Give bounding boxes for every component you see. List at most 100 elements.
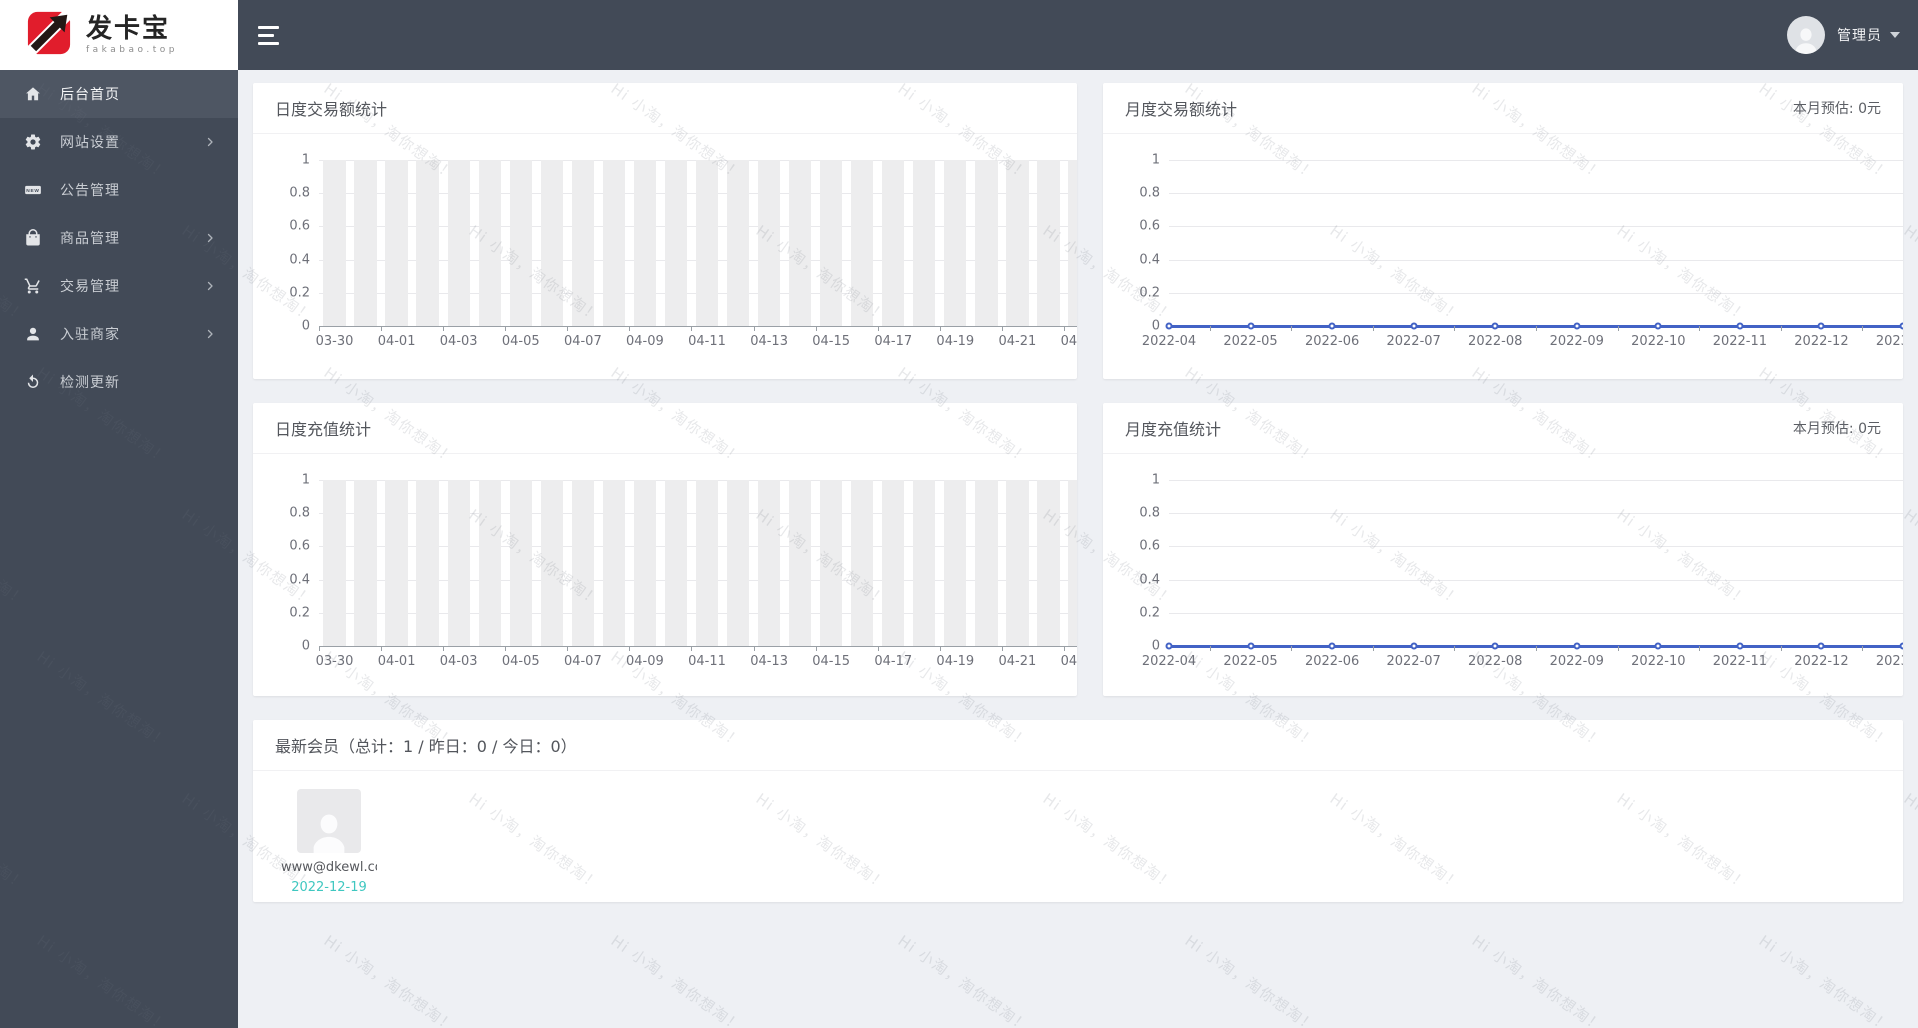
user-menu[interactable]: 管理员 xyxy=(1787,16,1918,54)
bar-stripe xyxy=(1068,160,1077,326)
member-email: www@dkewl.com xyxy=(281,860,377,875)
bar-stripe xyxy=(788,480,812,646)
chart-plot-monthly-recharge[interactable]: 2022-04 2022-05 2022-06 2022-07 2022-08 2022-… xyxy=(1142,480,1903,669)
bar-stripe xyxy=(882,160,905,326)
data-point xyxy=(1817,322,1825,330)
bar-stripe xyxy=(757,160,781,326)
bar-stripe xyxy=(788,160,812,326)
bar-stripe xyxy=(354,160,377,326)
sidebar-item-3[interactable]: 商品管理 xyxy=(0,214,238,262)
sidebar-item-0[interactable]: 后台首页 xyxy=(0,70,238,118)
data-point xyxy=(1573,642,1581,650)
chevron-right-icon xyxy=(204,232,216,244)
month-estimate: 本月预估: 0元 xyxy=(1792,101,1881,117)
data-point xyxy=(1736,322,1744,330)
bar-stripe xyxy=(571,480,594,646)
bar-stripe xyxy=(913,480,936,646)
data-point xyxy=(1899,322,1903,330)
bar-stripe xyxy=(851,160,874,326)
main-content: 日度交易额统计 1 0.8 0.6 0.4 0.2 0 03-30 04-01 04-03 04-0… xyxy=(238,70,1918,1028)
bar-stripe xyxy=(726,480,750,646)
member-item[interactable]: www@dkewl.com 2022-12-19 xyxy=(281,789,377,895)
brand-logo[interactable]: 发卡宝 fakabao.top xyxy=(0,0,238,70)
new-badge-icon: NEW xyxy=(24,181,42,199)
data-point xyxy=(1247,322,1255,330)
chevron-right-icon xyxy=(204,328,216,340)
data-point xyxy=(1654,642,1662,650)
bar-stripe xyxy=(354,480,377,646)
data-point xyxy=(1410,642,1418,650)
chart-card-daily-recharge: 日度充值统计 1 0.8 0.6 0.4 0.2 0 03-30 04-01 04-03 04-05… xyxy=(253,403,1077,696)
sidebar-item-5[interactable]: 入驻商家 xyxy=(0,310,238,358)
chart-card-monthly-recharge: 月度充值统计 本月预估: 0元 1 0.8 0.6 0.4 0.2 0 2022-04 2022-… xyxy=(1103,403,1903,696)
member-avatar xyxy=(297,789,361,853)
bar-stripe xyxy=(447,480,470,646)
data-point xyxy=(1165,322,1173,330)
y-axis: 1 0.8 0.6 0.4 0.2 0 xyxy=(289,472,310,654)
data-point xyxy=(1573,322,1581,330)
menu-toggle-button[interactable] xyxy=(238,0,296,70)
bar-stripe xyxy=(695,480,719,646)
bar-stripe xyxy=(851,480,874,646)
cart-icon xyxy=(24,277,42,295)
bar-stripe xyxy=(602,160,626,326)
member-date: 2022-12-19 xyxy=(291,880,367,895)
chart-plot-daily-recharge[interactable]: 03-30 04-01 04-03 04-05 04-07 04-09 04-11 04-13… xyxy=(316,480,1077,669)
data-point xyxy=(1410,322,1418,330)
bar-stripe xyxy=(478,160,501,326)
bar-stripe xyxy=(540,160,563,326)
sidebar-item-label: 网站设置 xyxy=(60,135,120,151)
bar-stripe xyxy=(975,160,998,326)
y-axis: 1 0.8 0.6 0.4 0.2 0 xyxy=(289,152,310,334)
bar-stripe xyxy=(416,480,439,646)
bar-stripe xyxy=(819,480,843,646)
sidebar-item-6[interactable]: 检测更新 xyxy=(0,358,238,406)
bar-stripe xyxy=(323,480,346,646)
members-title: 最新会员（总计：1 / 昨日：0 / 今日：0） xyxy=(275,737,577,756)
data-point xyxy=(1491,642,1499,650)
chart-plot-monthly-trade[interactable]: 2022-04 2022-05 2022-06 2022-07 2022-08 2022-… xyxy=(1142,160,1903,349)
sidebar-item-4[interactable]: 交易管理 xyxy=(0,262,238,310)
bar-stripe xyxy=(882,480,905,646)
data-point xyxy=(1165,642,1173,650)
bar-stripe xyxy=(602,480,626,646)
bar-stripe xyxy=(1068,480,1077,646)
y-axis: 1 0.8 0.6 0.4 0.2 0 xyxy=(1139,472,1160,654)
data-point xyxy=(1247,642,1255,650)
sidebar: 发卡宝 fakabao.top 后台首页网站设置 NEW 公告管理 商品管理 交易管理入… xyxy=(0,0,238,1028)
y-axis: 1 0.8 0.6 0.4 0.2 0 xyxy=(1139,152,1160,334)
brand-logo-icon xyxy=(19,3,79,63)
chart-plot-daily-trade[interactable]: 03-30 04-01 04-03 04-05 04-07 04-09 04-11 04-13… xyxy=(316,160,1077,349)
bar-stripe xyxy=(913,160,936,326)
sidebar-item-2[interactable]: NEW 公告管理 xyxy=(0,166,238,214)
gear-icon xyxy=(24,133,42,151)
sidebar-item-label: 检测更新 xyxy=(60,375,120,391)
home-icon xyxy=(24,85,42,103)
month-estimate: 本月预估: 0元 xyxy=(1792,421,1881,437)
bar-stripe xyxy=(540,480,563,646)
bar-stripe xyxy=(478,480,501,646)
bar-stripe xyxy=(447,160,470,326)
bag-icon xyxy=(24,229,42,247)
chevron-down-icon xyxy=(1890,32,1900,38)
hamburger-icon xyxy=(258,25,279,29)
chart-card-daily-trade: 日度交易额统计 1 0.8 0.6 0.4 0.2 0 03-30 04-01 04-03 04-0… xyxy=(253,83,1077,379)
bar-stripe xyxy=(509,480,532,646)
bar-stripe xyxy=(509,160,532,326)
bar-stripe xyxy=(726,160,750,326)
bar-stripe xyxy=(944,480,967,646)
bar-stripe xyxy=(1037,480,1060,646)
bar-stripe xyxy=(757,480,781,646)
data-point xyxy=(1899,642,1903,650)
bar-stripe xyxy=(633,480,657,646)
brand-domain: fakabao.top xyxy=(86,45,178,55)
svg-text:NEW: NEW xyxy=(26,188,39,194)
sidebar-item-1[interactable]: 网站设置 xyxy=(0,118,238,166)
bar-stripe xyxy=(385,480,408,646)
data-point xyxy=(1817,642,1825,650)
bar-stripe xyxy=(944,160,967,326)
chart-title: 日度交易额统计 xyxy=(275,100,388,119)
chevron-right-icon xyxy=(204,136,216,148)
bar-stripe xyxy=(664,160,688,326)
members-list: www@dkewl.com 2022-12-19 xyxy=(253,771,1903,895)
